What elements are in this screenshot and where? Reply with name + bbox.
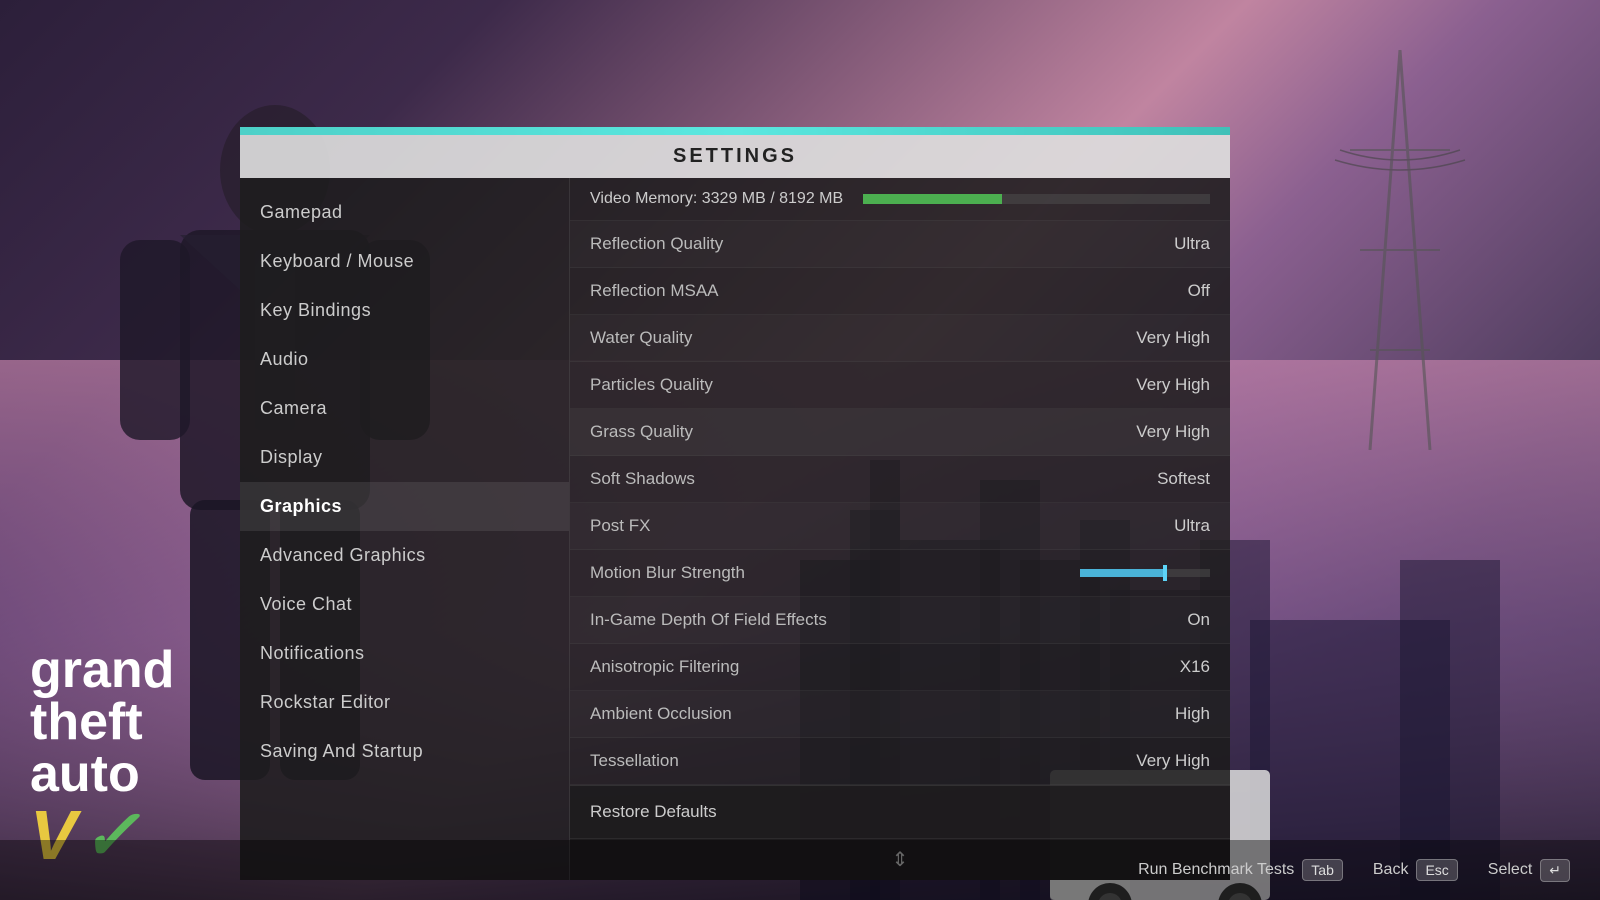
slider-track bbox=[1080, 569, 1210, 577]
setting-name-grass-quality: Grass Quality bbox=[590, 422, 1110, 442]
sidebar-item-graphics[interactable]: Graphics bbox=[240, 482, 569, 531]
setting-value-reflection-quality: Ultra bbox=[1110, 234, 1210, 254]
setting-row-reflection-msaa[interactable]: Reflection MSAA Off bbox=[570, 268, 1230, 315]
back-action: Back Esc bbox=[1373, 859, 1458, 881]
sidebar-item-display[interactable]: Display bbox=[240, 433, 569, 482]
setting-value-tessellation: Very High bbox=[1110, 751, 1210, 771]
setting-value-particles-quality: Very High bbox=[1110, 375, 1210, 395]
setting-row-grass-quality[interactable]: Grass Quality Very High bbox=[570, 409, 1230, 456]
logo-line2: theft bbox=[30, 696, 174, 748]
setting-row-water-quality[interactable]: Water Quality Very High bbox=[570, 315, 1230, 362]
select-key: ↵ bbox=[1540, 859, 1570, 882]
settings-panel: SETTINGS Gamepad Keyboard / Mouse Key Bi… bbox=[240, 135, 1230, 830]
settings-sidebar: Gamepad Keyboard / Mouse Key Bindings Au… bbox=[240, 178, 570, 880]
setting-name-ambient-occlusion: Ambient Occlusion bbox=[590, 704, 1110, 724]
sidebar-item-advanced-graphics[interactable]: Advanced Graphics bbox=[240, 531, 569, 580]
setting-value-post-fx: Ultra bbox=[1110, 516, 1210, 536]
sidebar-item-keyboard-mouse[interactable]: Keyboard / Mouse bbox=[240, 237, 569, 286]
setting-row-post-fx[interactable]: Post FX Ultra bbox=[570, 503, 1230, 550]
select-label: Select bbox=[1488, 861, 1532, 879]
setting-name-particles-quality: Particles Quality bbox=[590, 375, 1110, 395]
settings-rows: Reflection Quality Ultra Reflection MSAA… bbox=[570, 221, 1230, 785]
setting-name-soft-shadows: Soft Shadows bbox=[590, 469, 1110, 489]
settings-body: Gamepad Keyboard / Mouse Key Bindings Au… bbox=[240, 178, 1230, 880]
setting-name-dof: In-Game Depth Of Field Effects bbox=[590, 610, 1110, 630]
setting-row-ambient-occlusion[interactable]: Ambient Occlusion High bbox=[570, 691, 1230, 738]
setting-value-ambient-occlusion: High bbox=[1110, 704, 1210, 724]
sidebar-item-notifications[interactable]: Notifications bbox=[240, 629, 569, 678]
gta-logo: grand theft auto V ✓ bbox=[30, 644, 174, 870]
setting-value-reflection-msaa: Off bbox=[1110, 281, 1210, 301]
sidebar-item-voice-chat[interactable]: Voice Chat bbox=[240, 580, 569, 629]
slider-fill bbox=[1080, 569, 1165, 577]
restore-defaults-button[interactable]: Restore Defaults bbox=[570, 785, 1230, 838]
setting-name-motion-blur: Motion Blur Strength bbox=[590, 563, 1050, 583]
sidebar-item-rockstar-editor[interactable]: Rockstar Editor bbox=[240, 678, 569, 727]
setting-name-anisotropic: Anisotropic Filtering bbox=[590, 657, 1110, 677]
logo-line1: grand bbox=[30, 644, 174, 696]
memory-bar-fill bbox=[863, 194, 1002, 204]
video-memory-row: Video Memory: 3329 MB / 8192 MB bbox=[570, 178, 1230, 221]
settings-title: SETTINGS bbox=[240, 135, 1230, 178]
setting-name-post-fx: Post FX bbox=[590, 516, 1110, 536]
back-label: Back bbox=[1373, 861, 1409, 879]
setting-value-water-quality: Very High bbox=[1110, 328, 1210, 348]
power-lines bbox=[1250, 50, 1550, 450]
select-action: Select ↵ bbox=[1488, 859, 1570, 882]
run-benchmark-label: Run Benchmark Tests bbox=[1138, 861, 1294, 879]
memory-bar bbox=[863, 194, 1210, 204]
setting-row-reflection-quality[interactable]: Reflection Quality Ultra bbox=[570, 221, 1230, 268]
bottom-bar: Run Benchmark Tests Tab Back Esc Select … bbox=[0, 840, 1600, 900]
setting-row-motion-blur[interactable]: Motion Blur Strength bbox=[570, 550, 1230, 597]
setting-value-dof: On bbox=[1110, 610, 1210, 630]
panel-accent bbox=[240, 127, 1230, 135]
setting-row-dof[interactable]: In-Game Depth Of Field Effects On bbox=[570, 597, 1230, 644]
setting-name-tessellation: Tessellation bbox=[590, 751, 1110, 771]
setting-value-grass-quality: Very High bbox=[1110, 422, 1210, 442]
setting-name-reflection-quality: Reflection Quality bbox=[590, 234, 1110, 254]
setting-row-anisotropic[interactable]: Anisotropic Filtering X16 bbox=[570, 644, 1230, 691]
motion-blur-slider[interactable] bbox=[1050, 569, 1210, 577]
sidebar-item-gamepad[interactable]: Gamepad bbox=[240, 188, 569, 237]
setting-value-soft-shadows: Softest bbox=[1110, 469, 1210, 489]
run-benchmark-action: Run Benchmark Tests Tab bbox=[1138, 859, 1343, 881]
setting-row-soft-shadows[interactable]: Soft Shadows Softest bbox=[570, 456, 1230, 503]
sidebar-item-key-bindings[interactable]: Key Bindings bbox=[240, 286, 569, 335]
sidebar-item-camera[interactable]: Camera bbox=[240, 384, 569, 433]
logo-line3: auto bbox=[30, 748, 174, 800]
setting-name-water-quality: Water Quality bbox=[590, 328, 1110, 348]
back-key: Esc bbox=[1416, 859, 1457, 881]
sidebar-item-saving-startup[interactable]: Saving And Startup bbox=[240, 727, 569, 776]
setting-row-tessellation[interactable]: Tessellation Very High bbox=[570, 738, 1230, 785]
run-benchmark-key: Tab bbox=[1302, 859, 1343, 881]
sidebar-item-audio[interactable]: Audio bbox=[240, 335, 569, 384]
slider-thumb bbox=[1163, 565, 1167, 581]
setting-row-particles-quality[interactable]: Particles Quality Very High bbox=[570, 362, 1230, 409]
settings-content: Video Memory: 3329 MB / 8192 MB Reflecti… bbox=[570, 178, 1230, 880]
setting-name-reflection-msaa: Reflection MSAA bbox=[590, 281, 1110, 301]
setting-value-anisotropic: X16 bbox=[1110, 657, 1210, 677]
video-memory-label: Video Memory: 3329 MB / 8192 MB bbox=[590, 190, 843, 208]
